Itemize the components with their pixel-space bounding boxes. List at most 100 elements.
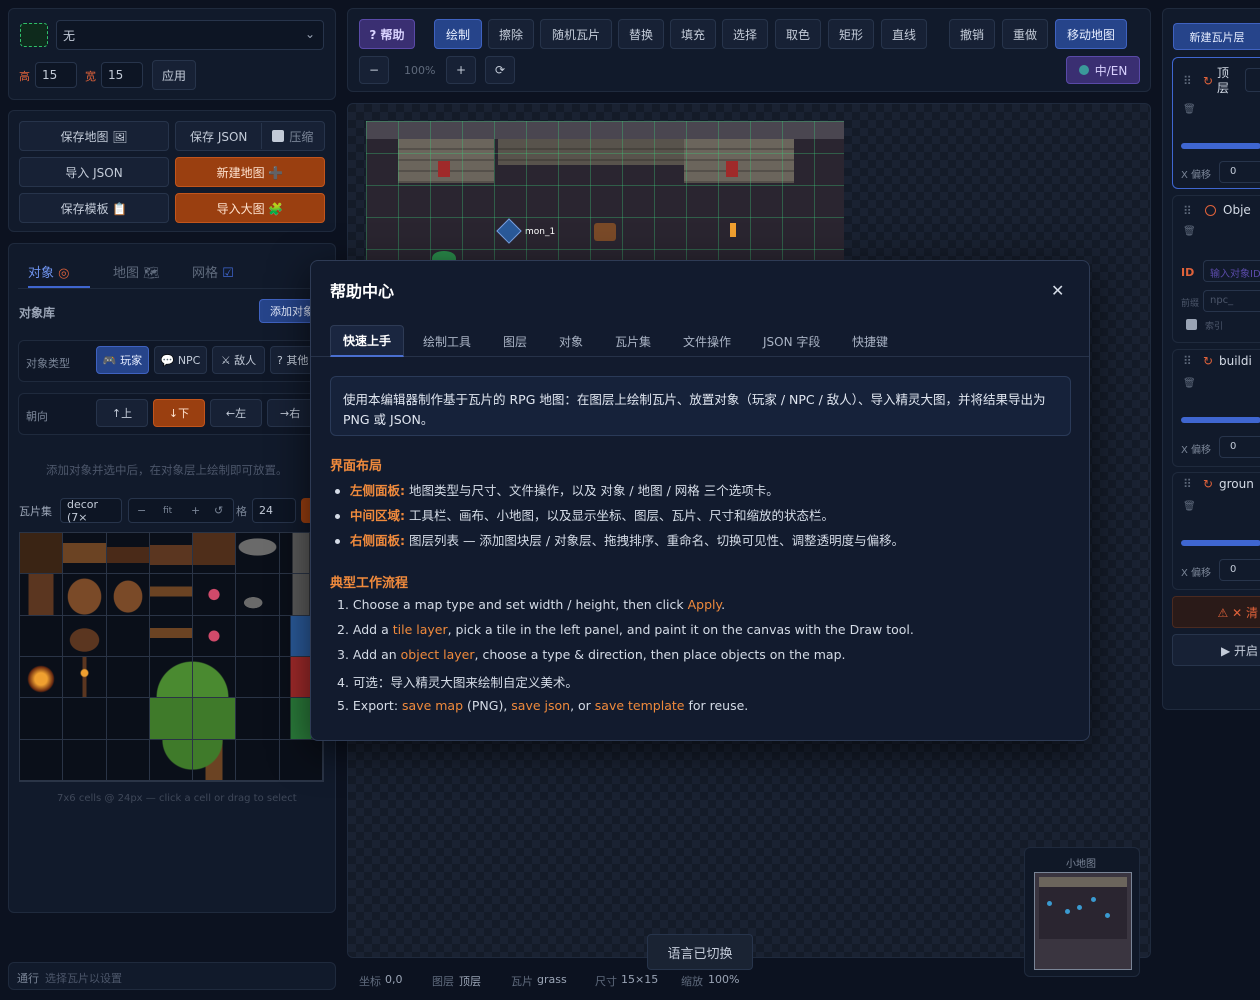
height-input[interactable]: 15 [35,62,77,88]
help-button[interactable]: ? 帮助 [359,19,415,49]
tile-cell[interactable] [106,739,150,781]
direction-down[interactable]: ↓下 [153,399,205,427]
tile-cell[interactable] [193,574,237,616]
trash-icon[interactable]: 🗑 [1183,104,1196,115]
drag-handle-icon[interactable]: ⠿ [1183,354,1192,368]
tool-random-tile[interactable]: 随机瓦片 [540,19,612,49]
tile-cell[interactable] [63,615,107,657]
trash-icon[interactable]: 🗑 [1183,501,1196,512]
close-icon[interactable]: ✕ [1051,281,1064,300]
tab-json-fields[interactable]: JSON 字段 [763,325,820,357]
compress-checkbox[interactable] [272,130,285,142]
offset-input[interactable]: 0 [1219,161,1260,183]
opacity-slider[interactable] [1181,540,1260,546]
tile-cell[interactable] [20,574,64,616]
tool-rect[interactable]: 矩形 [828,19,874,49]
zoom-in-button[interactable]: + [446,56,476,84]
layer-card-ground[interactable]: ⠿ ↻ groun 🗑 X 偏移 0 [1172,472,1260,590]
width-input[interactable]: 15 [101,62,143,88]
tile-cell[interactable] [20,656,64,699]
tool-picker[interactable]: 取色 [775,19,821,49]
direction-left[interactable]: ←左 [210,399,262,427]
tile-cell[interactable] [20,533,64,575]
offset-input[interactable]: 0 [1219,559,1260,581]
layer-name-input[interactable] [1245,68,1260,92]
tileset-zoom-fit[interactable]: fit [163,506,172,516]
new-tile-layer-button[interactable]: 新建瓦片层 [1173,23,1260,50]
tile-cell[interactable] [236,533,280,575]
tile-cell[interactable] [149,698,194,740]
tile-cell[interactable] [106,533,150,575]
save-json-button[interactable]: 保存 JSON 压缩 [175,121,325,151]
tool-erase[interactable]: 擦除 [488,19,534,49]
offset-input[interactable]: 0 [1219,436,1260,458]
tab-file-ops[interactable]: 文件操作 [683,325,731,357]
object-type-player[interactable]: 🎮 玩家 [96,346,149,374]
tile-cell[interactable] [20,615,64,657]
map-canvas[interactable]: mon_1 [366,121,844,261]
refresh-icon[interactable]: ↻ [1203,477,1213,491]
trash-icon[interactable]: 🗑 [1183,226,1196,237]
start-button[interactable]: ▶ 开启 [1172,634,1260,666]
layer-name[interactable]: 顶层 [1217,66,1231,96]
tile-cell[interactable] [236,739,280,781]
tile-cell[interactable] [106,656,150,699]
tile-cell[interactable] [193,698,237,740]
tile-cell[interactable] [149,574,194,616]
tile-cell[interactable] [193,533,237,575]
refresh-icon[interactable]: ↻ [1203,354,1213,368]
redo-button[interactable]: 重做 [1002,19,1048,49]
tileset-select[interactable]: decor (7× [60,498,122,524]
language-toggle[interactable]: 中/EN [1066,56,1140,84]
opacity-slider[interactable] [1181,417,1260,423]
tile-cell[interactable] [236,574,280,616]
tileset-zoom-out[interactable]: − [137,504,146,517]
import-json-button[interactable]: 导入 JSON [19,157,169,187]
tile-cell[interactable] [193,615,237,657]
save-template-button[interactable]: 保存模板 📋 [19,193,169,223]
tab-layers[interactable]: 图层 [503,325,527,357]
layer-card-objects[interactable]: ⠿ Obje 🗑 ID 输入对象ID 前缀 npc_ 索引 [1172,195,1260,343]
tile-cell[interactable] [149,739,194,781]
tab-grid[interactable]: 网格 ☑ [192,262,234,281]
tile-cell[interactable] [20,698,64,740]
tile-cell[interactable] [63,533,107,575]
minimap-view[interactable] [1034,872,1132,970]
new-map-button[interactable]: 新建地图 ➕ [175,157,325,187]
tab-map[interactable]: 地图 🗺 [113,262,160,281]
tile-cell[interactable] [193,656,237,699]
tile-cell[interactable] [63,698,107,740]
tile-cell[interactable] [63,739,107,781]
tile-cell[interactable] [149,615,194,657]
prefix-input[interactable]: npc_ [1203,290,1260,312]
drag-handle-icon[interactable]: ⠿ [1183,74,1192,88]
opacity-slider[interactable] [1181,143,1260,149]
object-type-npc[interactable]: 💬 NPC [154,346,207,374]
pan-map-button[interactable]: 移动地图 [1055,19,1127,49]
tile-cell[interactable] [106,574,150,616]
tab-objects[interactable]: 对象 ◎ [28,262,90,288]
tab-draw-tools[interactable]: 绘制工具 [423,325,471,357]
tool-replace[interactable]: 替换 [618,19,664,49]
tile-cell[interactable] [106,615,150,657]
tab-shortcuts[interactable]: 快捷键 [852,325,888,357]
object-type-enemy[interactable]: ⚔ 敌人 [212,346,265,374]
save-map-button[interactable]: 保存地图 🖼 [19,121,169,151]
undo-button[interactable]: 撤销 [949,19,995,49]
tool-select[interactable]: 选择 [722,19,768,49]
tab-tilesets[interactable]: 瓦片集 [615,325,651,357]
tile-cell[interactable] [149,656,194,699]
layer-name[interactable]: groun [1219,477,1254,491]
tile-cell[interactable] [236,615,280,657]
tile-cell[interactable] [149,533,194,575]
zoom-out-button[interactable]: − [359,56,389,84]
layer-card-buildings[interactable]: ⠿ ↻ buildi 🗑 X 偏移 0 [1172,349,1260,467]
drag-handle-icon[interactable]: ⠿ [1183,477,1192,491]
tile-cell[interactable] [279,739,323,781]
tab-objects[interactable]: 对象 [559,325,583,357]
clear-layers-button[interactable]: ⚠ ✕ 清 [1172,596,1260,628]
layer-card-top[interactable]: ⠿ ↻ 顶层 🗑 X 偏移 0 [1172,57,1260,189]
tool-fill[interactable]: 填充 [670,19,716,49]
refresh-icon[interactable]: ↻ [1203,74,1213,88]
layer-name[interactable]: buildi [1219,354,1252,368]
